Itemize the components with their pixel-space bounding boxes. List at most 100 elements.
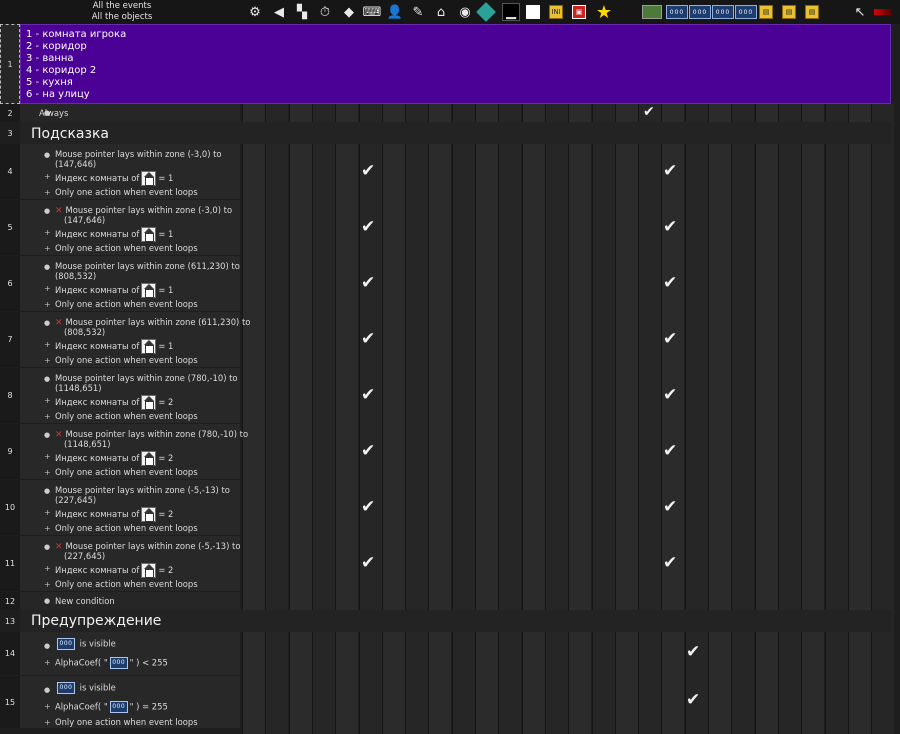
event-row[interactable]: 8 ● Mouse pointer lays within zone (780,-1…	[0, 368, 900, 423]
event-row[interactable]: 7 ● ✕ Mouse pointer lays within zone (611,2…	[0, 312, 900, 367]
row-number[interactable]: 6	[0, 256, 20, 311]
counter-object-icon-4[interactable]: 000	[735, 5, 757, 19]
condition-zone-end: (1148,651)	[64, 439, 111, 449]
checkmark-icon[interactable]: ✔	[663, 273, 677, 293]
condition-zone: Mouse pointer lays within zone (-3,0) to	[55, 149, 222, 159]
row-number[interactable]: 3	[0, 122, 20, 144]
condition-cell[interactable]: ● 000 is visible + AlphaCoef( " 000 " ) = …	[20, 676, 240, 728]
row-number[interactable]: 12	[0, 592, 20, 610]
checkmark-icon[interactable]: ✔	[663, 329, 677, 349]
checkmark-icon[interactable]: ✔	[643, 104, 655, 120]
event-row[interactable]: 6 ● Mouse pointer lays within zone (611,23…	[0, 256, 900, 311]
condition-cell[interactable]: ● Mouse pointer lays within zone (-5,-13)…	[20, 480, 240, 535]
row-number[interactable]: 7	[0, 312, 20, 367]
eraser-icon[interactable]: ◆	[340, 3, 358, 21]
diamond-icon[interactable]	[476, 2, 496, 22]
checkmark-icon[interactable]: ✔	[361, 385, 375, 405]
event-row[interactable]: 4 ● Mouse pointer lays within zone (-3,0) …	[0, 144, 900, 199]
picture-icon[interactable]	[642, 5, 662, 19]
ini-file-icon[interactable]: INI	[549, 5, 563, 19]
pencil-icon[interactable]: ✎	[409, 3, 427, 21]
row-number[interactable]: 11	[0, 536, 20, 591]
checkmark-icon[interactable]: ✔	[361, 273, 375, 293]
checkmark-icon[interactable]: ✔	[686, 642, 700, 662]
row-number[interactable]: 4	[0, 144, 20, 199]
condition-cell[interactable]: ● ✕ Mouse pointer lays within zone (611,23…	[20, 312, 250, 367]
group-header-bar[interactable]	[20, 122, 892, 144]
checkmark-icon[interactable]: ✔	[361, 497, 375, 517]
condition-once: Only one action when event loops	[55, 187, 198, 197]
checkmark-icon[interactable]: ✔	[663, 497, 677, 517]
comment-line: 1 - комната игрока	[26, 29, 127, 40]
condition-cell[interactable]: ● Mouse pointer lays within zone (-3,0) t…	[20, 144, 240, 199]
row-number[interactable]: 15	[0, 676, 20, 728]
group-row-warning[interactable]: 13 Предупреждение	[0, 610, 900, 632]
keyboard-icon[interactable]: ⌨	[363, 3, 382, 21]
bullet-icon: ●	[44, 543, 51, 551]
checkmark-icon[interactable]: ✔	[663, 553, 677, 573]
row-number[interactable]: 14	[0, 632, 20, 675]
checkmark-icon[interactable]: ✔	[361, 441, 375, 461]
condition-cell[interactable]: ● ✕ Mouse pointer lays within zone (-5,-13…	[20, 536, 240, 591]
condition-cell[interactable]: ● Mouse pointer lays within zone (611,230…	[20, 256, 240, 311]
all-objects-label[interactable]: All the objects	[0, 12, 244, 23]
row-number[interactable]: 2	[0, 104, 20, 122]
condition-cell[interactable]: ● Always	[20, 104, 240, 122]
folder-icon-1[interactable]: ▤	[759, 5, 773, 19]
condition-cell[interactable]: ● Mouse pointer lays within zone (780,-10…	[20, 368, 240, 423]
checkmark-icon[interactable]: ✔	[686, 690, 700, 710]
event-row-new-condition[interactable]: 12 ● New condition	[0, 592, 900, 610]
health-bar-icon[interactable]	[874, 9, 892, 15]
room-object-icon	[141, 451, 157, 466]
row-number[interactable]: 5	[0, 200, 20, 255]
event-row-always[interactable]: 2 ● Always ✔	[0, 104, 900, 122]
and-icon: +	[44, 564, 51, 573]
event-row[interactable]: 5 ● ✕ Mouse pointer lays within zone (-3,0)…	[0, 200, 900, 255]
checkmark-icon[interactable]: ✔	[361, 217, 375, 237]
condition-cell[interactable]: ● New condition	[20, 592, 240, 610]
save-disk-icon[interactable]: ▣	[572, 5, 586, 19]
checkmark-icon[interactable]: ✔	[361, 553, 375, 573]
folder-icon-3[interactable]: ▤	[805, 5, 819, 19]
row-number[interactable]: 9	[0, 424, 20, 479]
white-square-icon[interactable]	[526, 5, 540, 19]
all-events-label[interactable]: All the events	[0, 1, 244, 12]
cursor-icon[interactable]: ↖	[851, 3, 869, 21]
event-row[interactable]: 15 ● 000 is visible + AlphaCoef( " 000 " )…	[0, 676, 900, 728]
counter-object-icon-2[interactable]: 000	[689, 5, 711, 19]
comment-block[interactable]: 1 - комната игрока 2 - коридор 3 - ванна…	[20, 24, 891, 104]
counter-object-icon-3[interactable]: 000	[712, 5, 734, 19]
group-row-hint[interactable]: 3 Подсказка	[0, 122, 900, 144]
row-number-1[interactable]: 1	[0, 24, 20, 104]
condition-cell[interactable]: ● 000 is visible + AlphaCoef( " 000 " ) < …	[20, 632, 240, 675]
checkmark-icon[interactable]: ✔	[361, 329, 375, 349]
folder-icon-2[interactable]: ▤	[782, 5, 796, 19]
condition-cell[interactable]: ● ✕ Mouse pointer lays within zone (-3,0) …	[20, 200, 240, 255]
speaker-icon[interactable]: ◀	[270, 3, 288, 21]
event-row[interactable]: 10 ● Mouse pointer lays within zone (-5,-1…	[0, 480, 900, 535]
black-screen-icon[interactable]: ▁	[502, 3, 520, 21]
condition-once: Only one action when event loops	[55, 579, 198, 589]
checkmark-icon[interactable]: ✔	[663, 441, 677, 461]
checkmark-icon[interactable]: ✔	[663, 161, 677, 181]
checkmark-icon[interactable]: ✔	[663, 217, 677, 237]
counter-object-icon-1[interactable]: 000	[666, 5, 688, 19]
condition-cell[interactable]: ● ✕ Mouse pointer lays within zone (780,-1…	[20, 424, 248, 479]
network-icon[interactable]: ▚	[293, 3, 311, 21]
timer-icon[interactable]: ⏱	[316, 3, 334, 21]
gears-icon[interactable]: ⚙	[246, 3, 264, 21]
row-number[interactable]: 10	[0, 480, 20, 535]
new-condition-label[interactable]: New condition	[55, 596, 115, 607]
disc-icon[interactable]: ◉	[456, 3, 474, 21]
row-number[interactable]: 8	[0, 368, 20, 423]
event-row[interactable]: 11 ● ✕ Mouse pointer lays within zone (-5,-…	[0, 536, 900, 591]
event-row[interactable]: 9 ● ✕ Mouse pointer lays within zone (780,-…	[0, 424, 900, 479]
event-row[interactable]: 14 ● 000 is visible + AlphaCoef( " 000 " )…	[0, 632, 900, 675]
row-number[interactable]: 13	[0, 610, 20, 632]
checkmark-icon[interactable]: ✔	[361, 161, 375, 181]
star-icon[interactable]: ★	[595, 2, 613, 23]
room-object-icon	[141, 563, 157, 578]
checkmark-icon[interactable]: ✔	[663, 385, 677, 405]
user-icon[interactable]: 👤	[386, 3, 404, 21]
room-icon[interactable]: ⌂	[432, 3, 450, 21]
